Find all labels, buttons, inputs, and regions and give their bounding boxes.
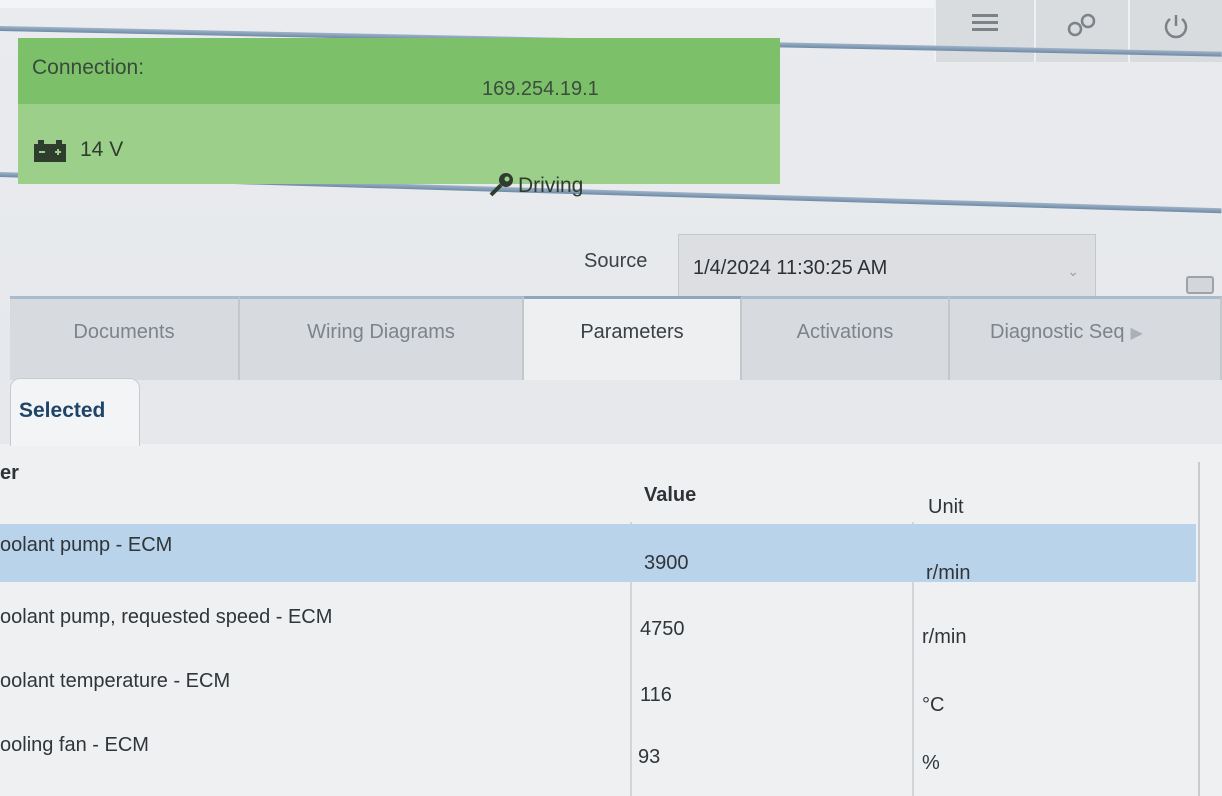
link-icon — [1067, 13, 1096, 37]
source-selected-value: 1/4/2024 11:30:25 AM — [693, 257, 888, 279]
tab-diagnostic-sequences[interactable]: Diagnostic Seq ▶ — [950, 296, 1222, 380]
row-parameter: oolant pump - ECM — [0, 534, 173, 556]
parameters-table: er Value Unit oolant pump - ECM 3900 r/m… — [0, 462, 1200, 796]
tab-label: Documents — [73, 321, 175, 343]
row-value: 3900 — [644, 552, 689, 574]
power-icon — [1164, 15, 1188, 39]
battery-voltage: 14 V — [80, 138, 124, 161]
row-unit: r/min — [922, 626, 967, 648]
row-value: 116 — [640, 684, 672, 706]
chevron-down-icon: ⌄ — [1067, 263, 1079, 279]
header-parameter[interactable]: er — [0, 462, 19, 485]
table-row[interactable]: ooling fan - ECM 93 % — [0, 732, 1196, 790]
connection-label: Connection: — [32, 56, 145, 79]
subtab-label: Selected — [19, 399, 106, 422]
source-dropdown[interactable]: 1/4/2024 11:30:25 AM ⌄ — [678, 234, 1096, 300]
connection-panel: Connection: 169.254.19.1 14 V Driving — [18, 38, 780, 197]
header-unit[interactable]: Unit — [928, 496, 964, 519]
row-unit: r/min — [926, 562, 971, 584]
tab-activations[interactable]: Activations — [742, 296, 950, 380]
vehicle-mode: Driving — [518, 174, 584, 197]
key-icon — [489, 173, 513, 197]
battery-icon — [34, 140, 66, 162]
row-value: 4750 — [640, 618, 685, 640]
row-parameter: ooling fan - ECM — [0, 734, 149, 756]
row-parameter: oolant temperature - ECM — [0, 670, 231, 692]
header-value[interactable]: Value — [644, 484, 696, 507]
subtab-selected[interactable]: Selected — [10, 378, 140, 446]
ip-address: 169.254.19.1 — [482, 78, 599, 100]
hamburger-icon — [972, 14, 998, 31]
tab-label: Activations — [796, 321, 894, 343]
table-row[interactable]: oolant pump - ECM 3900 r/min — [0, 524, 1196, 584]
main-tabs: Documents Wiring Diagrams Parameters Act… — [10, 296, 1222, 384]
row-value: 93 — [638, 746, 661, 768]
source-label: Source — [584, 250, 648, 272]
tab-documents[interactable]: Documents — [10, 296, 240, 380]
vehicle-row — [18, 104, 780, 184]
table-row[interactable]: oolant temperature - ECM 116 °C — [0, 666, 1196, 724]
row-parameter: oolant pump, requested speed - ECM — [0, 606, 333, 628]
row-unit: °C — [922, 694, 945, 716]
panel-toggle-icon[interactable] — [1186, 276, 1214, 294]
tab-label: Parameters — [580, 321, 684, 343]
tab-label: Wiring Diagrams — [307, 321, 455, 343]
tab-label: Diagnostic Seq — [990, 321, 1125, 343]
row-unit: % — [922, 752, 940, 774]
scroll-right-icon[interactable]: ▶ — [1131, 323, 1143, 343]
table-row[interactable]: oolant pump, requested speed - ECM 4750 … — [0, 598, 1196, 656]
diagnostic-screen: Connection: 169.254.19.1 14 V Driving So… — [0, 0, 1222, 796]
tab-parameters[interactable]: Parameters — [524, 296, 742, 380]
tab-wiring-diagrams[interactable]: Wiring Diagrams — [240, 296, 524, 380]
menu-button[interactable] — [934, 0, 1034, 62]
